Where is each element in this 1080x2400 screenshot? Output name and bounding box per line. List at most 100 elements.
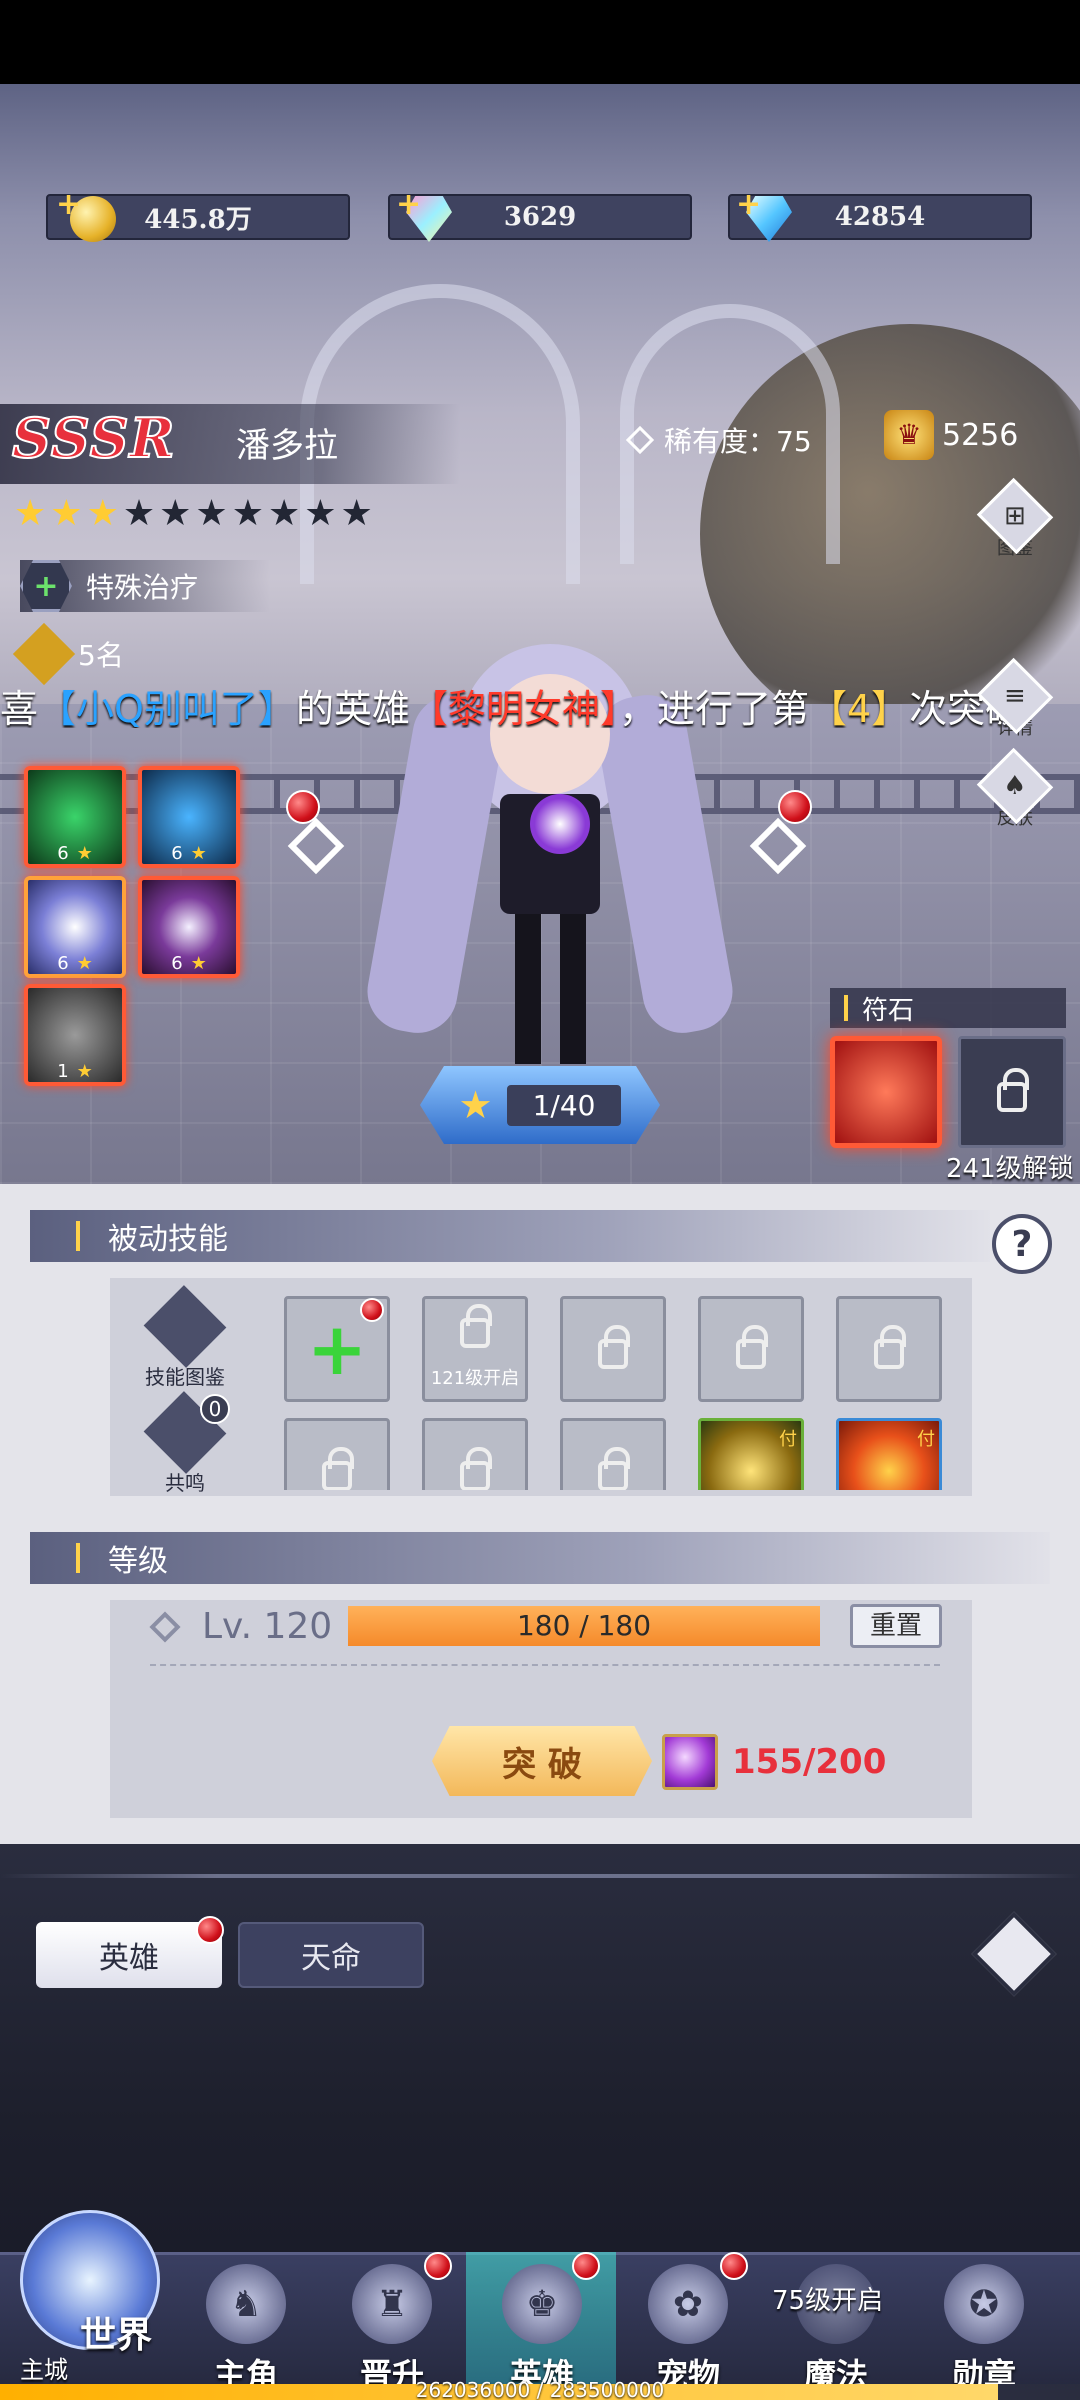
rune-title: 符石 bbox=[862, 995, 915, 1026]
locked-passive-slot[interactable] bbox=[836, 1296, 942, 1402]
slot-unlock-text: 121级开启 bbox=[430, 1368, 520, 1389]
tab-hero[interactable]: 英雄 bbox=[36, 1922, 222, 1988]
diamond-outline-icon bbox=[625, 425, 655, 455]
reset-button[interactable]: 重置 bbox=[850, 1604, 942, 1648]
star-icon: ★ bbox=[76, 953, 93, 974]
lock-icon bbox=[598, 1325, 630, 1369]
star-icon: ★ bbox=[190, 953, 207, 974]
star-icon: ★ bbox=[76, 843, 93, 864]
breakthrough-button[interactable]: 突 破 bbox=[432, 1726, 652, 1796]
skin-icon: ♠ bbox=[976, 747, 1054, 825]
power-info: ♛ 5256 bbox=[884, 410, 1018, 460]
breakthrough-label: 突 破 bbox=[502, 1744, 582, 1785]
star-empty-icon: ★ bbox=[122, 493, 156, 534]
resonance-count: 0 bbox=[208, 1397, 222, 1421]
tab-destiny[interactable]: 天命 bbox=[238, 1922, 424, 1988]
hero-helmet-icon: ♚ bbox=[502, 2264, 582, 2344]
star-icon: ★ bbox=[76, 1061, 93, 1082]
passive-row-2: 付 付 bbox=[284, 1418, 944, 1490]
broadcast-count: 【4】 bbox=[808, 687, 910, 728]
notification-dot bbox=[360, 1298, 384, 1322]
star-icon: ★ bbox=[50, 493, 83, 534]
add-gold-icon[interactable]: + bbox=[56, 190, 81, 220]
heal-cross-icon: + bbox=[20, 560, 72, 612]
star-empty-icon: ★ bbox=[159, 493, 192, 534]
nav-magic[interactable]: ✦ 魔法 bbox=[766, 2256, 906, 2396]
detail-button[interactable]: ≡ 详情 bbox=[976, 657, 1054, 740]
passive-skill-lightning[interactable]: 付 bbox=[698, 1418, 804, 1490]
nav-medal[interactable]: ✪ 勋章 bbox=[914, 2256, 1054, 2396]
skill-slot[interactable]: 1 ★ bbox=[24, 984, 126, 1086]
player-exp-bar: 262036000 / 283500000 bbox=[0, 2378, 1080, 2400]
star-upgrade-badge[interactable]: ★ 1/40 bbox=[420, 1066, 660, 1144]
add-diamond-icon[interactable]: + bbox=[736, 190, 761, 220]
atlas-button[interactable]: ⊞ 图鉴 bbox=[976, 477, 1054, 560]
nav-magic-lock-text: 75级开启 bbox=[772, 2286, 884, 2316]
atlas-icon: ⊞ bbox=[976, 477, 1054, 555]
filter-button[interactable] bbox=[971, 1911, 1057, 1997]
lock-icon bbox=[460, 1304, 492, 1348]
star-icon: ★ bbox=[86, 493, 119, 534]
prev-hero-button[interactable] bbox=[286, 790, 346, 875]
rank-icon bbox=[12, 622, 76, 686]
star-icon: ★ bbox=[14, 493, 47, 534]
passive-skills-title: 被动技能 bbox=[108, 1222, 228, 1257]
skill-slot[interactable]: 6 ★ bbox=[24, 766, 126, 868]
add-rainbow-gem-icon[interactable]: + bbox=[396, 190, 421, 220]
broadcast-player: 【小Q别叫了】 bbox=[38, 687, 296, 728]
broadcast-message: 喜【小Q别叫了】的英雄【黎明女神】，进行了第【4】次突破 bbox=[0, 678, 1080, 728]
skin-button[interactable]: ♠ 皮肤 bbox=[976, 747, 1054, 830]
crown-icon: ♛ bbox=[884, 410, 934, 460]
star-row: ★ ★ ★ ★ ★ ★ ★ ★ ★ ★ bbox=[14, 496, 373, 532]
medal-icon: ✪ bbox=[944, 2264, 1024, 2344]
lock-icon bbox=[460, 1447, 492, 1490]
lock-icon bbox=[874, 1325, 906, 1369]
star-empty-icon: ★ bbox=[231, 493, 264, 534]
passive-skill-fire[interactable]: 付 bbox=[836, 1418, 942, 1490]
level-value: Lv. 120 bbox=[202, 1606, 333, 1647]
locked-passive-slot[interactable] bbox=[560, 1296, 666, 1402]
nav-protagonist[interactable]: ♞ 主角 bbox=[176, 2256, 316, 2396]
lock-icon bbox=[997, 1068, 1029, 1112]
broadcast-prefix: 喜 bbox=[0, 687, 39, 728]
star-upgrade-progress: 1/40 bbox=[506, 1084, 622, 1126]
help-button[interactable]: ? bbox=[992, 1214, 1052, 1274]
passive-badge: 付 bbox=[779, 1429, 797, 1450]
rune-slot-locked[interactable] bbox=[958, 1036, 1066, 1148]
passive-skills-header: 被动技能 bbox=[30, 1210, 990, 1262]
locked-passive-slot[interactable] bbox=[698, 1296, 804, 1402]
broadcast-mid: 的英雄 bbox=[295, 687, 410, 728]
tab-destiny-label: 天命 bbox=[301, 1941, 361, 1976]
level-info: Lv. 120 bbox=[149, 1606, 333, 1647]
notification-dot bbox=[720, 2252, 748, 2280]
world-button[interactable]: 主城 世界 bbox=[10, 2210, 170, 2390]
skill-atlas-button[interactable]: 技能图鉴 bbox=[130, 1285, 240, 1390]
skill-slot[interactable]: 6 ★ bbox=[24, 876, 126, 978]
purple-orb-icon bbox=[662, 1734, 718, 1790]
rarity-badge: SSSR bbox=[11, 405, 176, 471]
skill-slot[interactable]: 6 ★ bbox=[138, 876, 240, 978]
broadcast-mid2: ，进行了第 bbox=[618, 687, 809, 728]
eye-diamond-icon bbox=[971, 1911, 1057, 1997]
notification-dot bbox=[424, 2252, 452, 2280]
star-empty-icon: ★ bbox=[304, 493, 337, 534]
locked-passive-slot[interactable] bbox=[284, 1418, 390, 1490]
skill-level: 6 bbox=[57, 843, 69, 864]
hero-character[interactable] bbox=[361, 604, 739, 1084]
status-bar bbox=[0, 0, 1080, 84]
rarity-label: 稀有度：75 bbox=[664, 425, 812, 458]
locked-passive-slot[interactable] bbox=[422, 1418, 528, 1490]
skill-level: 1 bbox=[57, 1061, 69, 1082]
rune-slot-active[interactable] bbox=[830, 1036, 942, 1148]
locked-passive-slot[interactable]: 121级开启 bbox=[422, 1296, 528, 1402]
skill-slot[interactable]: 6 ★ bbox=[138, 766, 240, 868]
next-hero-button[interactable] bbox=[749, 790, 812, 875]
divider bbox=[150, 1664, 940, 1666]
rune-section: 符石 bbox=[830, 988, 1066, 1028]
locked-passive-slot[interactable] bbox=[560, 1418, 666, 1490]
help-icon: ? bbox=[1011, 1223, 1033, 1265]
detail-icon: ≡ bbox=[976, 657, 1054, 735]
breakthrough-cost: 155/200 bbox=[732, 1742, 887, 1782]
tab-hero-label: 英雄 bbox=[99, 1941, 159, 1976]
rank-value: 5名 bbox=[78, 639, 124, 672]
